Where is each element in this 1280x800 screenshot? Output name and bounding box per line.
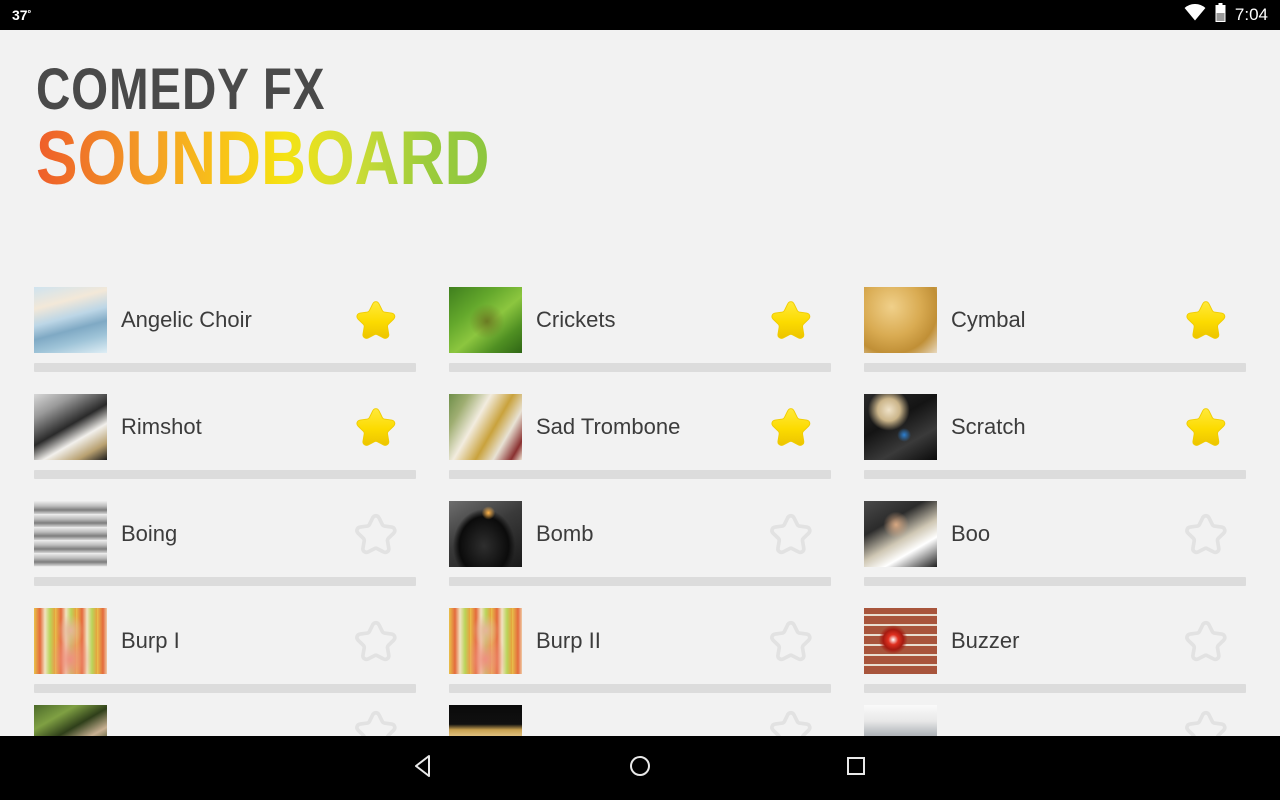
favorite-star-filled-icon[interactable]	[1180, 294, 1232, 346]
wifi-icon	[1184, 3, 1206, 26]
woman-stripes-thumb	[34, 608, 107, 674]
sound-cell: Angelic Choir	[28, 277, 420, 372]
sound-item[interactable]: Buzzer	[858, 598, 1250, 684]
sound-item[interactable]: Burp I	[28, 598, 420, 684]
degree-symbol: º	[27, 8, 31, 18]
sound-cell: Bomb	[443, 491, 835, 586]
springs-thumb	[34, 501, 107, 567]
clouds-sky-thumb	[34, 287, 107, 353]
item-divider	[864, 684, 1246, 693]
bomb-thumb	[449, 501, 522, 567]
favorite-star-filled-icon[interactable]	[765, 401, 817, 453]
status-bar: 37 º 7:04	[0, 0, 1280, 30]
favorite-star-filled-icon[interactable]	[765, 294, 817, 346]
status-temperature: 37 º	[12, 8, 31, 22]
nav-home-button[interactable]	[580, 736, 700, 800]
back-icon	[410, 752, 438, 785]
sound-item[interactable]: Bomb	[443, 491, 835, 577]
woman-stripes-thumb	[449, 608, 522, 674]
home-icon	[626, 752, 654, 785]
sound-item-label: Burp II	[536, 628, 601, 653]
page-title: COMEDY FX SOUNDBOARD	[36, 57, 589, 202]
app-screen: 37 º 7:04 COMEDY FX SOUNDBOARD Angelic Ch…	[0, 0, 1280, 800]
drum-kit-thumb	[34, 394, 107, 460]
favorite-star-filled-icon[interactable]	[350, 294, 402, 346]
favorite-star-empty-icon[interactable]	[765, 615, 817, 667]
cricket-leaf-thumb	[449, 287, 522, 353]
favorite-star-filled-icon[interactable]	[1180, 401, 1232, 453]
sound-cell: Burp II	[443, 598, 835, 693]
sound-cell: Crickets	[443, 277, 835, 372]
sound-item[interactable]: Scratch	[858, 384, 1250, 470]
item-divider	[34, 684, 416, 693]
sound-item[interactable]: Sad Trombone	[443, 384, 835, 470]
status-indicators: 7:04	[1184, 3, 1268, 27]
sound-cell: Scratch	[858, 384, 1250, 479]
cymbal-thumb	[864, 287, 937, 353]
sound-item-label: Boing	[121, 521, 178, 546]
thumbs-down-man-thumb	[864, 501, 937, 567]
sound-item[interactable]: Boing	[28, 491, 420, 577]
favorite-star-empty-icon[interactable]	[765, 508, 817, 560]
item-divider	[864, 470, 1246, 479]
item-divider	[34, 470, 416, 479]
temperature-value: 37	[12, 7, 28, 23]
title-line-comedy-fx: COMEDY FX	[36, 57, 326, 122]
sound-cell: Rimshot	[28, 384, 420, 479]
sound-item[interactable]: Crickets	[443, 277, 835, 363]
recents-icon	[842, 752, 870, 785]
sound-cell: Sad Trombone	[443, 384, 835, 479]
sound-cell: Cymbal	[858, 277, 1250, 372]
item-divider	[864, 363, 1246, 372]
favorite-star-empty-icon[interactable]	[350, 615, 402, 667]
sound-item-label: Boo	[951, 521, 991, 546]
nav-back-button[interactable]	[364, 736, 484, 800]
title-line-soundboard: SOUNDBOARD	[36, 116, 490, 202]
sound-item-label: Crickets	[536, 307, 616, 332]
sound-item[interactable]: Rimshot	[28, 384, 420, 470]
sound-cell: Buzzer	[858, 598, 1250, 693]
turntable-thumb	[864, 394, 937, 460]
sound-item-label: Buzzer	[951, 628, 1020, 653]
item-divider	[864, 577, 1246, 586]
favorite-star-empty-icon[interactable]	[1180, 508, 1232, 560]
sound-cell: Boo	[858, 491, 1250, 586]
sound-item-label: Angelic Choir	[121, 307, 252, 332]
favorite-star-empty-icon[interactable]	[350, 508, 402, 560]
nav-recents-button[interactable]	[796, 736, 916, 800]
battery-icon	[1215, 3, 1226, 27]
sound-item-label: Scratch	[951, 414, 1026, 439]
sound-cell: Boing	[28, 491, 420, 586]
favorite-star-empty-icon[interactable]	[1180, 615, 1232, 667]
sound-item-label: Sad Trombone	[536, 414, 681, 439]
sound-item[interactable]: Angelic Choir	[28, 277, 420, 363]
item-divider	[449, 577, 831, 586]
sound-item-label: Burp I	[121, 628, 180, 653]
item-divider	[34, 363, 416, 372]
sound-item-label: Bomb	[536, 521, 594, 546]
item-divider	[449, 363, 831, 372]
clock: 7:04	[1234, 5, 1268, 24]
sound-item-label: Rimshot	[121, 414, 202, 439]
favorite-star-filled-icon[interactable]	[350, 401, 402, 453]
item-divider	[449, 470, 831, 479]
sound-item-label: Cymbal	[951, 307, 1026, 332]
sound-list-grid: Angelic Choir Crickets Cymbal Rimshot Sad Tr…	[28, 277, 1252, 757]
marching-band-thumb	[449, 394, 522, 460]
sound-item[interactable]: Boo	[858, 491, 1250, 577]
sound-cell: Burp I	[28, 598, 420, 693]
sound-item[interactable]: Burp II	[443, 598, 835, 684]
android-nav-bar	[0, 736, 1280, 800]
item-divider	[449, 684, 831, 693]
sound-item[interactable]: Cymbal	[858, 277, 1250, 363]
red-alarm-brick-thumb	[864, 608, 937, 674]
item-divider	[34, 577, 416, 586]
